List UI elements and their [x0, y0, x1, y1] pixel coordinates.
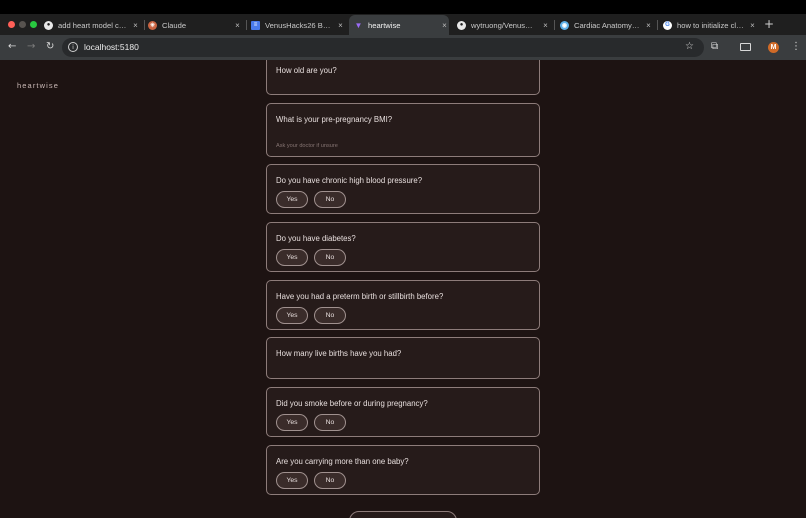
address-bar[interactable] — [62, 38, 704, 57]
close-tab-icon[interactable]: × — [336, 21, 345, 30]
browser-tab[interactable]: ● add heart model calib × — [44, 16, 140, 34]
close-window-button[interactable] — [8, 21, 15, 28]
question-card-diabetes: Do you have diabetes? Yes No — [266, 222, 540, 272]
tab-label: how to initialize claud — [677, 20, 744, 30]
new-tab-button[interactable]: + — [764, 17, 774, 31]
browser-tab[interactable]: ✳ Claude × — [148, 16, 242, 34]
question-text: Do you have chronic high blood pressure? — [276, 176, 423, 185]
tab-label: Claude — [162, 20, 187, 30]
site-info-icon[interactable]: i — [68, 42, 78, 52]
yes-button[interactable]: Yes — [276, 191, 308, 208]
question-card-multiple-babies: Are you carrying more than one baby? Yes… — [266, 445, 540, 495]
question-text: What is your pre-pregnancy BMI? — [276, 115, 393, 124]
browser-tab[interactable]: G how to initialize claud × — [663, 16, 757, 34]
close-tab-icon[interactable]: × — [748, 21, 757, 30]
screen-top-strip — [0, 0, 806, 14]
back-arrow-icon[interactable]: ← — [8, 40, 16, 54]
close-tab-icon[interactable]: × — [644, 21, 653, 30]
forward-arrow-icon[interactable]: → — [27, 40, 35, 54]
question-card-smoking: Did you smoke before or during pregnancy… — [266, 387, 540, 437]
question-text: Have you had a preterm birth or stillbir… — [276, 292, 444, 301]
question-card-live-births[interactable]: How many live births have you had? — [266, 337, 540, 379]
question-card-preterm-birth: Have you had a preterm birth or stillbir… — [266, 280, 540, 330]
no-button[interactable]: No — [314, 472, 346, 489]
claude-icon: ✳ — [148, 20, 157, 30]
close-tab-icon[interactable]: × — [440, 21, 449, 30]
close-tab-icon[interactable]: × — [233, 21, 242, 30]
bookmark-star-icon[interactable]: ☆ — [685, 40, 694, 54]
browser-tab[interactable]: ◉ Cardiac Anatomy - A × — [560, 16, 653, 34]
question-text: Did you smoke before or during pregnancy… — [276, 399, 428, 408]
close-tab-icon[interactable]: × — [131, 21, 140, 30]
question-text: How old are you? — [276, 66, 337, 75]
question-text: Do you have diabetes? — [276, 234, 356, 243]
tab-label: Cardiac Anatomy - A — [574, 20, 640, 30]
extensions-puzzle-icon[interactable]: ⧉ — [711, 40, 718, 54]
google-icon: G — [663, 20, 672, 30]
browser-menu-icon[interactable]: ⋮ — [791, 40, 801, 54]
tab-label: wytruong/VenusHacks — [471, 20, 537, 30]
tab-label: VenusHacks26 Brainst — [265, 20, 332, 30]
browser-tab[interactable]: ≡ VenusHacks26 Brainst × — [251, 16, 345, 34]
yes-button[interactable]: Yes — [276, 249, 308, 266]
url-text[interactable]: localhost:5180 — [84, 41, 139, 53]
tab-separator — [144, 20, 145, 30]
cast-icon[interactable] — [740, 43, 751, 51]
vite-icon: ▼ — [354, 20, 363, 30]
no-button[interactable]: No — [314, 249, 346, 266]
yes-button[interactable]: Yes — [276, 307, 308, 324]
tab-label: heartwise — [368, 20, 401, 30]
github-icon: ● — [457, 20, 466, 30]
submit-button[interactable] — [349, 511, 457, 518]
reload-icon[interactable]: ↻ — [46, 40, 54, 54]
no-button[interactable]: No — [314, 191, 346, 208]
question-card-bmi[interactable]: What is your pre-pregnancy BMI? Ask your… — [266, 103, 540, 157]
tab-separator — [657, 20, 658, 30]
browser-tab-active[interactable]: ▼ heartwise × — [349, 15, 449, 35]
app-logo: heartwise — [17, 81, 59, 90]
no-button[interactable]: No — [314, 414, 346, 431]
question-card-age[interactable]: How old are you? — [266, 60, 540, 95]
close-tab-icon[interactable]: × — [541, 21, 550, 30]
minimize-window-button[interactable] — [19, 21, 26, 28]
question-text: Are you carrying more than one baby? — [276, 457, 409, 466]
zoom-window-button[interactable] — [30, 21, 37, 28]
docs-icon: ≡ — [251, 20, 260, 30]
no-button[interactable]: No — [314, 307, 346, 324]
question-card-blood-pressure: Do you have chronic high blood pressure?… — [266, 164, 540, 214]
page-viewport: heartwise How old are you? What is your … — [0, 60, 806, 518]
browser-tab[interactable]: ● wytruong/VenusHacks × — [457, 16, 550, 34]
profile-avatar[interactable]: M — [768, 42, 779, 53]
tab-separator — [554, 20, 555, 30]
bmi-input-placeholder[interactable]: Ask your doctor if unsure — [276, 143, 338, 149]
yes-button[interactable]: Yes — [276, 414, 308, 431]
yes-button[interactable]: Yes — [276, 472, 308, 489]
question-text: How many live births have you had? — [276, 349, 402, 358]
github-icon: ● — [44, 20, 53, 30]
globe-icon: ◉ — [560, 20, 569, 30]
tab-label: add heart model calib — [58, 20, 127, 30]
tab-separator — [246, 20, 247, 30]
